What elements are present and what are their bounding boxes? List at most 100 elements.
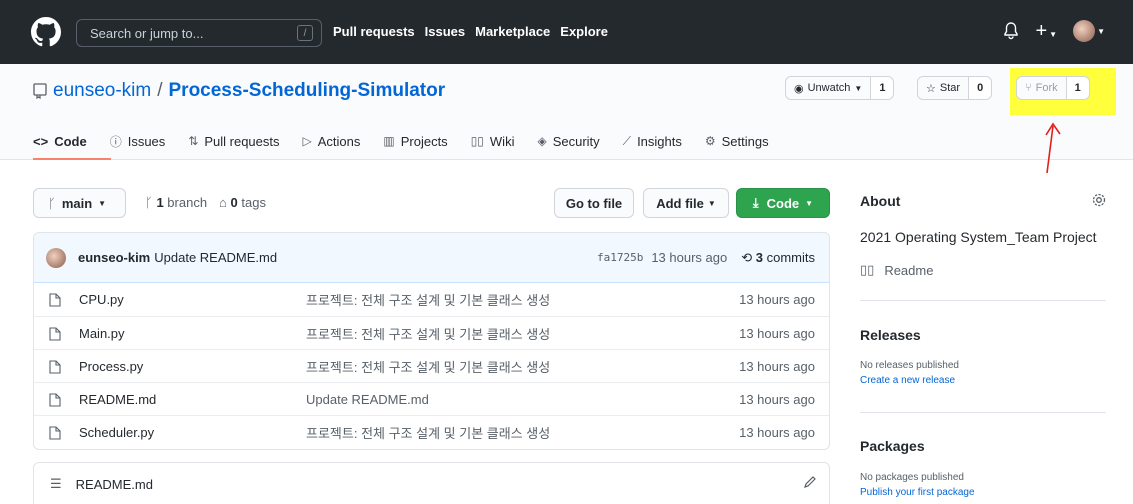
file-commit-age: 13 hours ago [739, 292, 815, 307]
caret-down-icon: ▼ [1049, 30, 1058, 39]
search-placeholder: Search or jump to... [90, 25, 204, 41]
star-button-group: ☆ Star 0 [917, 76, 993, 100]
project-icon: ▥ [383, 134, 395, 148]
file-name-link[interactable]: README.md [79, 392, 156, 407]
add-file-button[interactable]: Add file ▼ [643, 188, 729, 218]
tag-count: 0 [230, 195, 238, 210]
tab-actions[interactable]: ▷ Actions [303, 131, 361, 151]
tab-label: Pull requests [204, 133, 280, 149]
git-pull-request-icon: ⇅ [188, 134, 199, 148]
top-navigation-bar: Search or jump to... / Pull requests Iss… [0, 0, 1133, 64]
branch-select-button[interactable]: ᚴ main ▼ [33, 188, 126, 218]
file-name-link[interactable]: CPU.py [79, 292, 124, 307]
file-commit-age: 13 hours ago [739, 424, 815, 440]
star-icon: ☆ [926, 82, 936, 95]
git-branch-icon: ᚴ [48, 195, 56, 211]
repo-name-link[interactable]: Process-Scheduling-Simulator [169, 80, 446, 102]
unwatch-button-group: ◉ Unwatch ▼ 1 [785, 76, 895, 100]
tab-code[interactable]: <> Code [33, 131, 87, 151]
github-logo-icon[interactable] [31, 17, 61, 47]
code-download-button[interactable]: ⤓ Code ▼ [736, 188, 830, 218]
file-icon [49, 426, 61, 440]
file-browser: eunseo-kim Update README.md fa1725b 13 h… [33, 232, 830, 450]
readme-link[interactable]: ▯▯ Readme [860, 262, 933, 278]
caret-down-icon: ▼ [707, 198, 716, 208]
global-nav-links: Pull requests Issues Marketplace Explore [333, 24, 608, 39]
tab-pull-requests[interactable]: ⇅ Pull requests [188, 131, 279, 151]
gear-icon: ⚙ [704, 134, 716, 148]
forks-count[interactable]: 1 [1066, 77, 1089, 99]
pencil-icon[interactable] [803, 475, 817, 489]
nav-issues[interactable]: Issues [425, 24, 465, 39]
file-name-link[interactable]: Process.py [79, 359, 143, 374]
go-to-file-button[interactable]: Go to file [554, 188, 634, 218]
tab-projects[interactable]: ▥ Projects [383, 131, 447, 151]
star-button[interactable]: ☆ Star [918, 77, 970, 99]
search-input[interactable]: Search or jump to... / [76, 19, 322, 47]
watchers-count[interactable]: 1 [871, 77, 894, 99]
tags-link[interactable]: ⌂ 0 tags [219, 195, 266, 210]
eye-icon: ◉ [794, 82, 804, 95]
nav-marketplace[interactable]: Marketplace [475, 24, 550, 39]
file-commit-message-link[interactable]: 프로젝트: 전체 구조 설계 및 기본 클래스 생성 [306, 357, 550, 376]
unwatch-label: Unwatch [807, 82, 851, 94]
active-tab-underline [33, 158, 111, 160]
graph-icon: ⟋ [622, 133, 632, 148]
readme-title: README.md [75, 476, 153, 492]
caret-down-icon: ▼ [1097, 26, 1105, 36]
commit-count: 3 [755, 249, 763, 265]
about-heading: About [860, 193, 901, 209]
stargazers-count[interactable]: 0 [969, 77, 992, 99]
publish-package-link[interactable]: Publish your first package [860, 487, 975, 498]
tab-label: Settings [721, 133, 769, 149]
caret-down-icon: ▼ [805, 198, 814, 208]
user-menu[interactable]: ▼ [1073, 20, 1105, 42]
file-commit-age: 13 hours ago [739, 391, 815, 407]
unwatch-button[interactable]: ◉ Unwatch ▼ [786, 77, 872, 99]
commits-history-link[interactable]: ⟲ 3 commits [741, 250, 815, 266]
gear-icon[interactable] [1091, 192, 1107, 208]
file-commit-message-link[interactable]: 프로젝트: 전체 구조 설계 및 기본 클래스 생성 [306, 423, 550, 442]
commit-sha-link[interactable]: fa1725b [597, 251, 643, 264]
fork-button[interactable]: ⑂ Fork [1017, 77, 1067, 99]
nav-pull-requests[interactable]: Pull requests [333, 24, 415, 39]
file-commit-message-link[interactable]: 프로젝트: 전체 구조 설계 및 기본 클래스 생성 [306, 324, 550, 343]
repository-header: eunseo-kim / Process-Scheduling-Simulato… [0, 64, 1133, 160]
file-name-link[interactable]: Scheduler.py [79, 425, 154, 440]
commit-author-avatar[interactable] [46, 247, 66, 268]
file-name-link[interactable]: Main.py [79, 326, 125, 341]
packages-heading[interactable]: Packages [860, 438, 925, 454]
fork-button-group: ⑂ Fork 1 [1016, 76, 1090, 100]
caret-down-icon: ▼ [854, 83, 863, 93]
list-unordered-icon[interactable]: ☰ [50, 476, 62, 492]
commit-message-link[interactable]: Update README.md [154, 250, 277, 265]
user-avatar [1073, 20, 1096, 42]
repository-title: eunseo-kim / Process-Scheduling-Simulato… [33, 80, 445, 102]
nav-explore[interactable]: Explore [560, 24, 608, 39]
file-commit-message-link[interactable]: 프로젝트: 전체 구조 설계 및 기본 클래스 생성 [306, 290, 550, 309]
readme-link-label: Readme [884, 262, 934, 278]
history-icon: ⟲ [741, 249, 753, 265]
tab-wiki[interactable]: ▯▯ Wiki [471, 131, 515, 151]
repo-owner-link[interactable]: eunseo-kim [53, 80, 151, 102]
play-icon: ▷ [302, 134, 312, 148]
commit-author-link[interactable]: eunseo-kim [78, 250, 150, 265]
releases-heading[interactable]: Releases [860, 327, 921, 343]
sidebar-divider [860, 300, 1106, 301]
notifications-bell-icon[interactable] [1003, 22, 1019, 40]
branches-link[interactable]: ᚴ 1 branch [145, 195, 207, 210]
no-releases-text: No releases published [860, 360, 959, 371]
tab-label: Insights [637, 133, 682, 149]
tab-settings[interactable]: ⚙ Settings [705, 131, 769, 151]
create-release-link[interactable]: Create a new release [860, 375, 955, 386]
fork-label: Fork [1035, 82, 1058, 94]
tab-issues[interactable]: ⓘ Issues [110, 131, 166, 151]
tab-security[interactable]: ◈ Security [537, 131, 599, 151]
file-commit-message-link[interactable]: Update README.md [306, 392, 429, 407]
create-new-menu[interactable]: + ▼ [1035, 21, 1058, 41]
file-icon [49, 293, 61, 307]
tab-label: Security [552, 133, 600, 149]
tab-insights[interactable]: ⟋ Insights [623, 131, 682, 151]
file-row: CPU.py 프로젝트: 전체 구조 설계 및 기본 클래스 생성 13 hours… [34, 283, 829, 316]
latest-commit-row: eunseo-kim Update README.md fa1725b 13 h… [34, 233, 829, 283]
